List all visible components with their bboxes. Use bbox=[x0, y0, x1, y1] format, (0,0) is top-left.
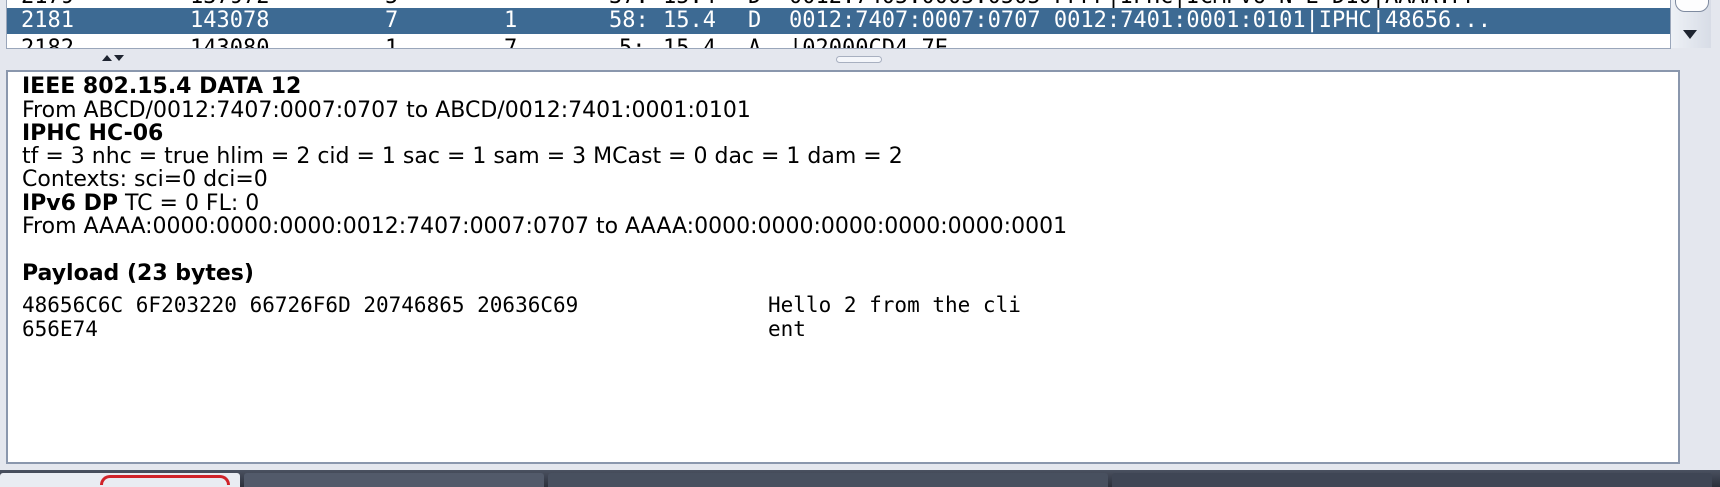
packet-number: 2181 bbox=[21, 8, 74, 33]
scrollbar-thumb[interactable] bbox=[1675, 0, 1709, 12]
packet-length: 5: bbox=[619, 36, 646, 49]
packet-direction: A bbox=[748, 36, 762, 49]
packet-dst: 1 bbox=[504, 8, 518, 33]
contexts-line: Contexts: sci=0 dci=0 bbox=[22, 167, 268, 192]
split-pane-divider[interactable] bbox=[0, 49, 1720, 68]
packet-row[interactable]: 2182 143080 1 7 5: 15.4 A |02000CD4 7E bbox=[7, 36, 1671, 49]
taskbar-item[interactable] bbox=[0, 473, 240, 487]
packet-src: 7 bbox=[385, 8, 399, 33]
payload-hex-line: 48656C6C 6F203220 66726F6D 20746865 2063… bbox=[22, 293, 579, 317]
packet-detail-pane: IEEE 802.15.4 DATA 12 From ABCD/0012:740… bbox=[6, 70, 1680, 464]
taskbar-item[interactable] bbox=[1112, 473, 1712, 487]
packet-number: 2182 bbox=[21, 36, 74, 49]
taskbar-app-logo-icon bbox=[100, 475, 230, 485]
packet-dst: 7 bbox=[504, 36, 518, 49]
packet-info: |02000CD4 7E bbox=[789, 36, 948, 49]
divider-grip-handle[interactable] bbox=[836, 56, 882, 63]
packet-length: 58: bbox=[609, 8, 649, 33]
mac-header-title: IEEE 802.15.4 DATA 12 bbox=[22, 74, 302, 99]
taskbar bbox=[0, 470, 1720, 487]
taskbar-item[interactable] bbox=[548, 473, 1108, 487]
ipv6-traffic-fields: TC = 0 FL: 0 bbox=[118, 191, 260, 216]
ipv6-addresses: From AAAA:0000:0000:0000:0012:7407:0007:… bbox=[22, 214, 1068, 239]
payload-title: Payload (23 bytes) bbox=[22, 261, 254, 286]
collapse-up-arrow-icon[interactable] bbox=[102, 55, 112, 61]
payload-ascii-line: Hello 2 from the cli bbox=[768, 293, 1021, 317]
scroll-down-arrow-icon[interactable] bbox=[1683, 30, 1697, 39]
collapse-down-arrow-icon[interactable] bbox=[114, 55, 124, 61]
taskbar-item[interactable] bbox=[244, 473, 544, 487]
payload-ascii-line: ent bbox=[768, 317, 806, 341]
packet-channel: 15.4 bbox=[663, 36, 716, 49]
ipv6-header-title: IPv6 DP bbox=[22, 191, 119, 216]
packet-list[interactable]: 2179 137972 5 37: 15.4 D 0012:7405:0005:… bbox=[6, 0, 1671, 49]
packet-time: 143078 bbox=[190, 8, 270, 33]
packet-direction: D bbox=[748, 8, 762, 33]
packet-row-selected[interactable]: 2181 143078 7 1 58: 15.4 D 0012:7407:000… bbox=[7, 8, 1671, 34]
packet-info: 0012:7407:0007:0707 0012:7401:0001:0101|… bbox=[789, 8, 1491, 33]
packet-src: 1 bbox=[385, 36, 399, 49]
packet-list-scrollbar[interactable] bbox=[1670, 0, 1711, 48]
packet-channel: 15.4 bbox=[663, 8, 716, 33]
payload-hex-line: 656E74 bbox=[22, 317, 98, 341]
packet-time: 143080 bbox=[190, 36, 270, 49]
